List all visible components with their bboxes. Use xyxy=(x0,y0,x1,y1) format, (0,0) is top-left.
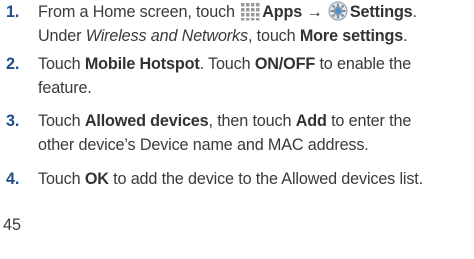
step-text: Touch xyxy=(38,112,81,130)
step-text: From a Home screen, touch xyxy=(38,3,235,21)
step-text: Under xyxy=(38,27,82,45)
wireless-networks-label: Wireless and Networks xyxy=(85,27,248,45)
apps-label: Apps xyxy=(262,3,303,21)
step-4: 4. Touch OK to add the device to the All… xyxy=(6,167,468,191)
mobile-hotspot-label: Mobile Hotspot xyxy=(84,55,200,73)
step-text: . Touch xyxy=(199,55,251,73)
step-text: other device’s Device name and MAC addre… xyxy=(38,136,369,154)
step-body: Touch OK to add the device to the Allowe… xyxy=(38,167,468,191)
ok-label: OK xyxy=(84,170,109,188)
page-number: 45 xyxy=(3,216,22,234)
on-off-label: ON/OFF xyxy=(254,55,316,73)
step-text: to enable the xyxy=(319,55,412,73)
step-text: . xyxy=(412,3,418,21)
step-body: Touch Mobile Hotspot. Touch ON/OFF to en… xyxy=(38,52,468,100)
add-label: Add xyxy=(295,112,327,130)
step-2: 2. Touch Mobile Hotspot. Touch ON/OFF to… xyxy=(6,52,468,100)
step-text: to enter the xyxy=(331,112,412,130)
step-text: Touch xyxy=(38,55,81,73)
allowed-devices-label: Allowed devices xyxy=(84,112,209,130)
step-3: 3. Touch Allowed devices, then touch Add… xyxy=(6,109,468,157)
step-text: feature. xyxy=(38,79,92,97)
arrow-icon: → xyxy=(306,3,323,21)
step-text: , then touch xyxy=(208,112,292,130)
instruction-page: 1. From a Home screen, touch Apps → Sett… xyxy=(0,0,474,259)
step-body: From a Home screen, touch Apps → Setting… xyxy=(38,0,468,48)
step-text: . xyxy=(403,27,408,45)
more-settings-label: More settings xyxy=(299,27,404,45)
step-number: 3. xyxy=(6,112,20,130)
settings-label: Settings xyxy=(349,3,413,21)
step-1: 1. From a Home screen, touch Apps → Sett… xyxy=(6,0,468,48)
step-body: Touch Allowed devices, then touch Add to… xyxy=(38,109,468,157)
step-number: 1. xyxy=(6,3,20,21)
settings-gear-icon xyxy=(328,1,348,21)
step-number: 2. xyxy=(6,55,20,73)
step-text: , touch xyxy=(247,27,296,45)
step-text: Touch xyxy=(38,170,81,188)
apps-grid-icon xyxy=(240,1,260,21)
step-number: 4. xyxy=(6,170,20,188)
step-text: to add the device to the Allowed devices… xyxy=(113,170,424,188)
